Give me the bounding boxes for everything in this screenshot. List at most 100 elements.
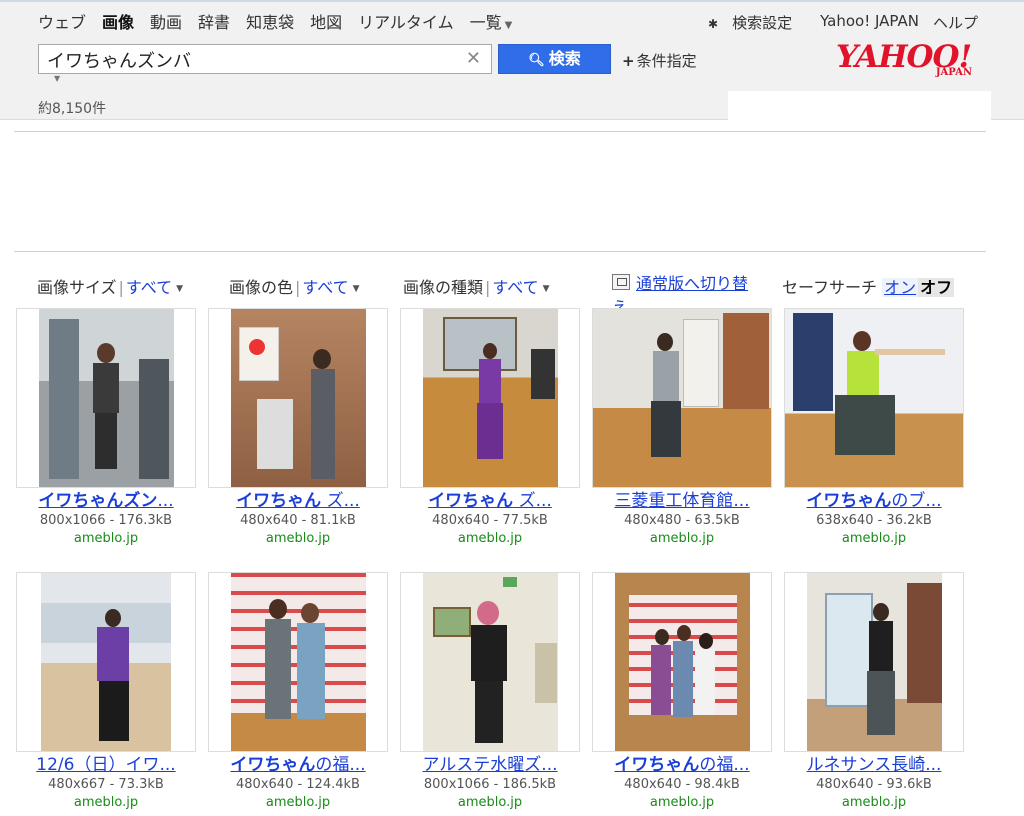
suggest-toggle-icon[interactable]: ▼ [54,74,60,83]
close-icon[interactable]: ✕ [466,48,481,69]
filter-label: 画像サイズ [37,278,117,297]
filter-image-size[interactable]: 画像サイズ | すべて ▼ [37,274,183,298]
search-settings-label: 検索設定 [732,14,793,32]
result-title-link[interactable]: イワちゃんのブ... [784,490,964,512]
advanced-search-link[interactable]: + 条件指定 [622,50,697,71]
thumbnail-image [39,309,174,487]
safesearch-label: セーフサーチ [782,278,878,297]
filter-label: 画像の種類 [403,278,484,297]
result-size: 480x640 - 93.6kB [816,777,932,792]
thumbnail-image [41,573,171,751]
result-host-link[interactable]: ameblo.jp [16,794,196,812]
search-button[interactable]: 🔍︎ 検索 [498,44,611,74]
result-card: イワちゃんのブ... 638x640 - 36.2kB ameblo.jp [784,308,964,548]
yahoo-japan-link[interactable]: Yahoo! JAPAN [820,12,919,33]
divider [14,251,986,252]
result-size: 480x640 - 98.4kB [624,777,740,792]
result-title-link[interactable]: アルステ水曜ズ... [400,754,580,776]
thumbnail-link[interactable] [16,308,196,488]
filter-value: すべて [492,278,539,297]
result-host-link[interactable]: ameblo.jp [16,530,196,548]
result-host-link[interactable]: ameblo.jp [208,530,388,548]
filter-image-type[interactable]: 画像の種類 | すべて ▼ [403,274,550,298]
result-size: 638x640 - 36.2kB [816,513,932,528]
search-input[interactable] [45,46,459,74]
thumbnail-link[interactable] [208,308,388,488]
result-host-link[interactable]: ameblo.jp [400,794,580,812]
thumbnail-link[interactable] [592,572,772,752]
thumbnail-image [785,309,963,487]
result-title-link[interactable]: 三菱重工体育館... [592,490,772,512]
result-title-link[interactable]: 12/6（日）イワ... [16,754,196,776]
thumbnail-link[interactable] [400,572,580,752]
result-title-link[interactable]: イワちゃんズン... [16,490,196,512]
result-count: 約8,150件 [38,101,107,117]
gear-icon: ✱ [708,17,719,31]
thumbnail-link[interactable] [16,572,196,752]
thumbnail-link[interactable] [784,308,964,488]
search-button-label: 検索 [548,49,581,68]
result-host-link[interactable]: ameblo.jp [592,794,772,812]
nav-video[interactable]: 動画 [150,9,182,33]
result-size: 480x480 - 63.5kB [624,513,740,528]
result-host-link[interactable]: ameblo.jp [784,794,964,812]
thumbnail-link[interactable] [784,572,964,752]
logo-sub: JAPAN [935,67,972,78]
result-size: 480x640 - 81.1kB [240,513,356,528]
nav-web[interactable]: ウェブ [38,9,86,33]
safesearch-off-selected: オフ [918,278,955,297]
filter-image-color[interactable]: 画像の色 | すべて ▼ [229,274,360,298]
vertical-nav: ウェブ 画像 動画 辞書 知恵袋 地図 リアルタイム 一覧 ▼ [38,9,528,33]
result-card: イワちゃんの福... 480x640 - 98.4kB ameblo.jp [592,572,772,812]
result-card: イワちゃんズン... 800x1066 - 176.3kB ameblo.jp [16,308,196,548]
result-size: 800x1066 - 186.5kB [423,777,557,792]
nav-chiebukuro[interactable]: 知恵袋 [246,9,294,33]
result-title-link[interactable]: イワちゃんの福... [208,754,388,776]
chevron-down-icon: ▼ [504,20,513,31]
result-size: 800x1066 - 176.3kB [39,513,173,528]
thumbnail-image [423,573,558,751]
nav-images[interactable]: 画像 [102,9,134,33]
nav-map[interactable]: 地図 [310,9,342,33]
thumbnail-image [231,573,366,751]
result-card: 三菱重工体育館... 480x480 - 63.5kB ameblo.jp [592,308,772,548]
thumbnail-image [231,309,366,487]
thumbnail-image [593,309,771,487]
nav-dictionary[interactable]: 辞書 [198,9,230,33]
thumbnail-link[interactable] [208,572,388,752]
result-host-link[interactable]: ameblo.jp [208,794,388,812]
thumbnail-link[interactable] [592,308,772,488]
result-card: イワちゃん ズ... 480x640 - 81.1kB ameblo.jp [208,308,388,548]
thumbnail-link[interactable] [400,308,580,488]
result-card: イワちゃんの福... 480x640 - 124.4kB ameblo.jp [208,572,388,812]
search-icon: 🔍︎ [528,53,545,68]
result-size: 480x667 - 73.3kB [48,777,164,792]
blank-panel [728,91,991,121]
result-title-link[interactable]: ルネサンス長崎... [784,754,964,776]
switch-view-icon [612,274,630,290]
result-title-link[interactable]: イワちゃん ズ... [208,490,388,512]
nav-realtime[interactable]: リアルタイム [358,9,454,33]
yahoo-japan-logo[interactable]: YAHOO! JAPAN [836,40,986,84]
divider [14,131,986,132]
result-host-link[interactable]: ameblo.jp [592,530,772,548]
nav-more-label: 一覧 [469,13,502,32]
search-box: ✕ [38,44,492,74]
result-size: 480x640 - 77.5kB [432,513,548,528]
plus-icon: + [622,52,635,70]
help-link[interactable]: ヘルプ [933,12,978,33]
result-host-link[interactable]: ameblo.jp [400,530,580,548]
caret-down-icon: ▼ [352,284,360,294]
result-title-link[interactable]: イワちゃんの福... [592,754,772,776]
caret-down-icon: ▼ [176,284,184,294]
advanced-search-label: 条件指定 [636,52,697,70]
caret-down-icon: ▼ [542,284,550,294]
result-card: イワちゃん ズ... 480x640 - 77.5kB ameblo.jp [400,308,580,548]
nav-more-menu[interactable]: 一覧 ▼ [470,9,513,33]
filter-value: すべて [125,278,173,297]
search-settings-link[interactable]: ✱ 検索設定 [708,12,806,33]
result-title-link[interactable]: イワちゃん ズ... [400,490,580,512]
filter-value: すべて [302,278,349,297]
safesearch-on-link[interactable]: オン [882,278,919,297]
result-host-link[interactable]: ameblo.jp [784,530,964,548]
